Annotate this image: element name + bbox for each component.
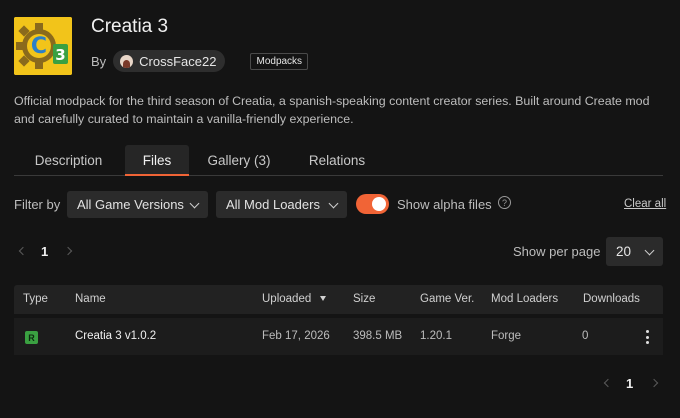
per-page-value: 20	[616, 244, 632, 259]
chevron-left-icon[interactable]	[18, 246, 28, 256]
per-page-select[interactable]: 20	[606, 237, 663, 266]
table-row[interactable]: R Creatia 3 v1.0.2 Feb 17, 2026 398.5 MB…	[14, 318, 663, 355]
column-name: Name	[75, 293, 106, 305]
author-chip[interactable]: CrossFace22	[113, 50, 226, 72]
clear-all-link[interactable]: Clear all	[624, 198, 666, 210]
column-mod-loaders: Mod Loaders	[491, 293, 559, 305]
gear-logo-icon: C 3	[14, 17, 72, 75]
file-size: 398.5 MB	[353, 330, 403, 342]
release-type-badge: R	[25, 331, 38, 344]
chevron-left-icon[interactable]	[603, 378, 613, 388]
by-label: By	[91, 53, 107, 69]
chevron-down-icon	[644, 245, 655, 256]
file-downloads: 0	[582, 330, 589, 342]
column-size: Size	[353, 293, 376, 305]
file-name[interactable]: Creatia 3 v1.0.2	[75, 330, 156, 342]
game-version-value: All Game Versions	[77, 197, 184, 212]
category-tag[interactable]: Modpacks	[250, 52, 309, 70]
per-page-label: Show per page	[513, 244, 601, 259]
sort-desc-icon	[320, 296, 327, 301]
kebab-menu-icon[interactable]	[646, 330, 650, 344]
chevron-right-icon[interactable]	[649, 378, 659, 388]
game-version-select[interactable]: All Game Versions	[67, 191, 208, 218]
project-logo: C 3	[14, 17, 72, 75]
column-game-version: Game Ver.	[420, 293, 475, 305]
filter-label: Filter by	[14, 197, 61, 212]
svg-text:C: C	[31, 34, 47, 59]
project-tabs: Description Files Gallery (3) Relations	[14, 145, 663, 176]
chevron-down-icon	[328, 198, 339, 209]
file-mod-loader: Forge	[491, 330, 522, 342]
toggle-knob	[372, 197, 386, 211]
chevron-down-icon	[189, 198, 200, 209]
file-uploaded: Feb 17, 2026	[262, 330, 330, 342]
mod-loader-value: All Mod Loaders	[226, 197, 320, 212]
author-avatar-icon	[120, 54, 134, 68]
tab-description[interactable]: Description	[18, 145, 119, 175]
project-files-page: C 3 Creatia 3 By CrossFace22 Modpacks Of…	[0, 0, 680, 418]
file-game-version: 1.20.1	[420, 330, 452, 342]
tab-gallery[interactable]: Gallery (3)	[199, 145, 279, 175]
column-downloads: Downloads	[583, 293, 640, 305]
files-table-header: Type Name Uploaded Size Game Ver. Mod Lo…	[14, 285, 663, 314]
column-uploaded[interactable]: Uploaded	[262, 293, 327, 305]
page-number-current-bottom[interactable]: 1	[626, 376, 633, 391]
author-row: By CrossFace22 Modpacks	[91, 50, 309, 72]
help-circle-icon[interactable]: ?	[498, 196, 511, 209]
column-type: Type	[23, 293, 48, 305]
tab-relations[interactable]: Relations	[298, 145, 376, 175]
chevron-right-icon[interactable]	[63, 246, 73, 256]
project-description: Official modpack for the third season of…	[14, 94, 650, 126]
column-uploaded-label: Uploaded	[262, 293, 312, 305]
alpha-files-label: Show alpha files	[397, 197, 492, 212]
mod-loader-select[interactable]: All Mod Loaders	[216, 191, 347, 218]
page-number-current[interactable]: 1	[41, 244, 48, 259]
tab-files[interactable]: Files	[125, 145, 189, 176]
page-title: Creatia 3	[91, 16, 169, 37]
alpha-files-toggle[interactable]	[356, 194, 389, 214]
svg-text:3: 3	[55, 46, 65, 64]
author-name: CrossFace22	[139, 53, 217, 69]
